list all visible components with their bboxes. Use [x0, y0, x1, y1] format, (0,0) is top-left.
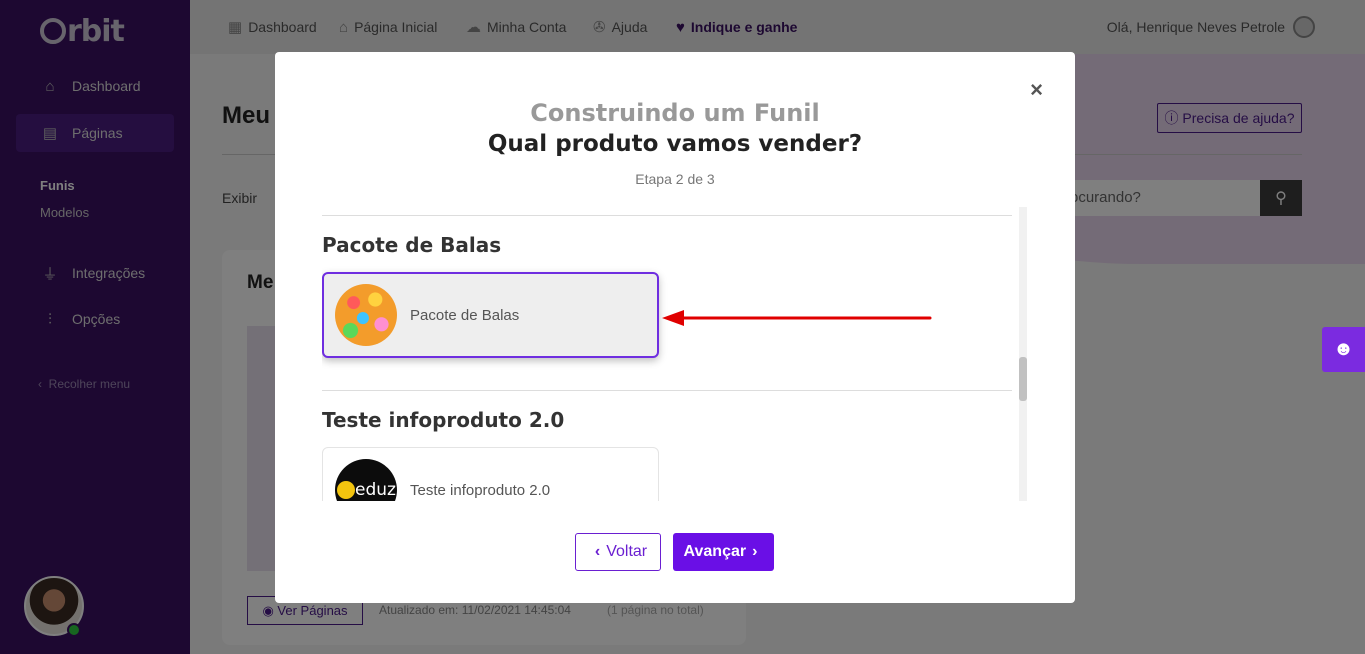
eduzz-logo-thumbnail: eduzz: [335, 459, 397, 501]
chevron-left-icon: ‹: [594, 543, 601, 560]
annotation-arrow: [662, 310, 932, 326]
chat-widget-button[interactable]: ☻: [1322, 327, 1365, 372]
next-button[interactable]: Avançar ›: [673, 533, 774, 571]
group-title: Pacote de Balas: [322, 233, 502, 257]
modal-title: Qual produto vamos vender?: [487, 131, 863, 157]
scrollbar-thumb[interactable]: [1019, 357, 1027, 401]
modal-subtitle: Construindo um Funil: [530, 99, 820, 127]
scrollbar[interactable]: [1019, 207, 1027, 501]
chevron-right-icon: ›: [752, 543, 758, 560]
chat-icon: ☻: [1332, 338, 1355, 360]
product-list: Pacote de Balas Pacote de Balas Teste in…: [322, 207, 1027, 501]
product-name: Pacote de Balas: [410, 306, 520, 324]
back-button[interactable]: ‹ Voltar: [575, 533, 661, 571]
eduzz-logo-dot: [337, 481, 355, 499]
step-indicator: Etapa 2 de 3: [635, 171, 715, 187]
product-option-teste-infoproduto[interactable]: eduzz Teste infoproduto 2.0: [322, 447, 659, 501]
divider: [322, 390, 1012, 391]
group-title: Teste infoproduto 2.0: [322, 408, 565, 432]
product-thumbnail: [335, 284, 397, 346]
product-option-pacote-de-balas[interactable]: Pacote de Balas: [322, 272, 659, 358]
product-name: Teste infoproduto 2.0: [410, 481, 551, 499]
funnel-builder-modal: × Construindo um Funil Qual produto vamo…: [275, 52, 1075, 603]
divider: [322, 215, 1012, 216]
